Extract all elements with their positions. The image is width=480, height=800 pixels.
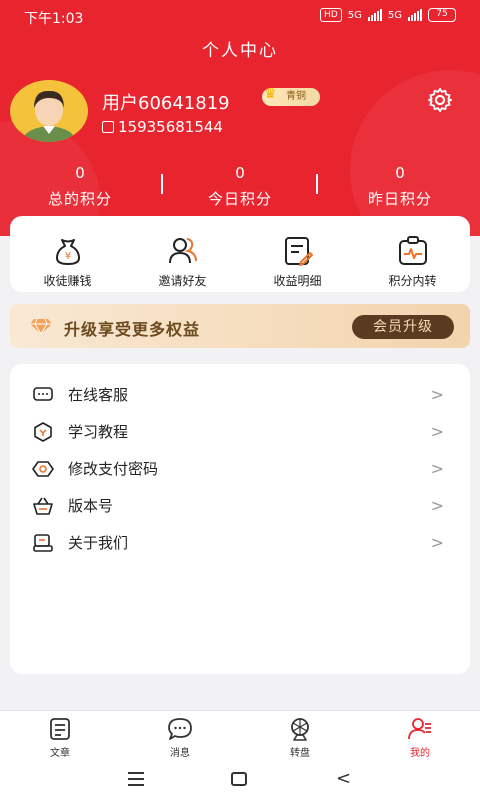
stat-value: 0 [395,164,405,182]
password-icon [32,458,54,480]
menu-item-about-us[interactable]: 关于我们 > [10,524,470,561]
svg-text:¥: ¥ [64,251,70,262]
phone-icon [102,121,114,133]
back-icon[interactable]: < [336,768,351,789]
tab-message[interactable]: 消息 [120,711,240,760]
earnings-detail-icon [284,237,313,266]
tab-label: 转盘 [290,748,310,759]
status-bar: 下午1:03 HD 5G 5G 75 [0,0,480,32]
diamond-icon [30,318,52,334]
vip-upgrade-button[interactable]: 会员升级 [352,315,454,339]
avatar[interactable] [10,80,88,142]
level-label: 青铜 [286,91,306,102]
settings-gear-icon[interactable] [426,86,454,114]
tab-label: 我的 [410,748,430,759]
points-stats: 0 总的积分 0 今日积分 0 昨日积分 [0,162,480,212]
signal-icon [367,9,382,21]
settings-menu: 在线客服 > 学习教程 > 修改支付密码 > 版本号 > 关于我们 > [10,364,470,674]
home-icon[interactable] [231,772,247,786]
stat-today[interactable]: 0 今日积分 [160,162,320,212]
action-earnings-detail[interactable]: 收益明细 [240,216,355,292]
message-icon [168,718,192,740]
chevron-right-icon: > [430,422,444,441]
tab-article[interactable]: 文章 [0,711,120,760]
article-icon [50,718,70,740]
tutorial-icon [32,421,54,443]
action-points-transfer[interactable]: 积分内转 [355,216,470,292]
crown-icon: ♛ [264,86,277,102]
network-label: 5G [387,9,402,21]
menu-item-tutorial[interactable]: 学习教程 > [10,413,470,450]
phone-row: 15935681544 [102,118,223,136]
tab-label: 文章 [50,748,70,759]
menu-label: 版本号 [68,497,114,515]
hd-badge: HD [320,8,342,22]
money-bag-icon: ¥ [55,239,80,265]
level-badge: ♛ 青铜 [262,86,320,106]
profile-icon [408,718,431,740]
username: 用户60641819 [102,93,230,114]
menu-icon[interactable] [128,772,144,786]
action-label: 邀请好友 [158,274,207,288]
stat-label: 今日积分 [207,190,272,208]
stat-yesterday[interactable]: 0 昨日积分 [320,162,480,212]
battery-icon: 75 [428,8,456,22]
wheel-icon [291,718,309,741]
menu-label: 学习教程 [68,423,129,441]
divider [161,174,163,194]
user-avatar-icon [22,90,76,142]
invite-friends-icon [168,238,197,264]
stat-label: 昨日积分 [367,190,432,208]
action-invite-friends[interactable]: 邀请好友 [125,216,240,292]
action-earn-money[interactable]: ¥ 收徒赚钱 [10,216,125,292]
stat-label: 总的积分 [47,190,112,208]
tab-wheel[interactable]: 转盘 [240,711,360,760]
menu-label: 在线客服 [68,386,129,404]
points-transfer-icon [398,236,427,265]
chevron-right-icon: > [430,533,444,552]
menu-item-version[interactable]: 版本号 > [10,487,470,524]
network-label: 5G [347,9,362,21]
divider [316,174,318,194]
stat-value: 0 [235,164,245,182]
status-icons: HD 5G 5G 75 [320,8,456,22]
page-title: 个人中心 [202,41,278,61]
about-icon [32,532,54,554]
menu-item-customer-service[interactable]: 在线客服 > [10,376,470,413]
phone-number: 15935681544 [118,118,223,136]
menu-item-change-password[interactable]: 修改支付密码 > [10,450,470,487]
signal-icon [408,9,422,21]
menu-label: 修改支付密码 [68,460,159,478]
stat-value: 0 [75,164,85,182]
quick-actions: ¥ 收徒赚钱 邀请好友 收益明细 积分内转 [10,216,470,292]
stat-total[interactable]: 0 总的积分 [0,162,160,212]
basket-icon [32,495,54,517]
tab-profile[interactable]: 我的 [360,711,480,760]
vip-text: 升级享受更多权益 [64,320,201,339]
bottom-tab-bar: 文章 消息 转盘 我的 [0,710,480,760]
chevron-right-icon: > [430,459,444,478]
tab-label: 消息 [170,748,190,759]
chevron-right-icon: > [430,385,444,404]
chat-icon [32,384,54,406]
action-label: 收益明细 [273,274,322,288]
action-label: 积分内转 [388,274,437,288]
system-nav-bar: < [0,760,480,800]
menu-label: 关于我们 [68,534,129,552]
chevron-right-icon: > [430,496,444,515]
action-label: 收徒赚钱 [43,274,92,288]
status-time: 下午1:03 [24,11,84,27]
vip-banner[interactable]: 升级享受更多权益 会员升级 [10,304,470,348]
